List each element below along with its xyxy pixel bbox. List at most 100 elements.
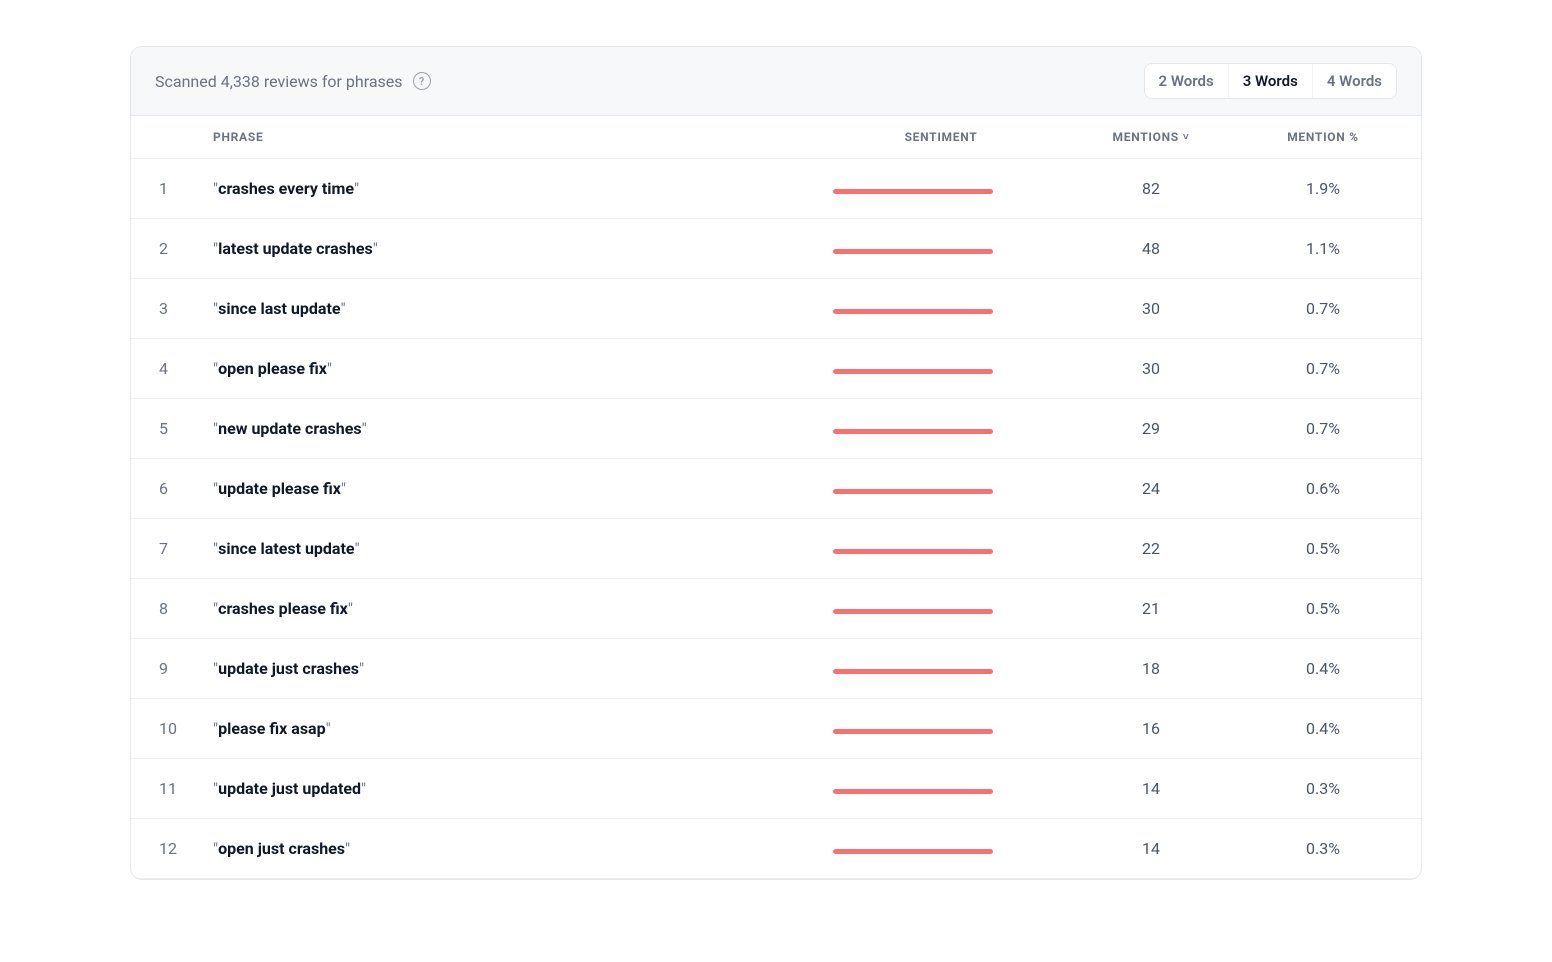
sentiment-bar [833, 249, 993, 254]
table-row[interactable]: 9"update just crashes"180.4% [131, 639, 1421, 699]
phrase-cell: "open just crashes" [201, 819, 821, 879]
sentiment-bar [833, 729, 993, 734]
phrase-text: update please fix [218, 479, 341, 498]
mentions-value: 14 [1061, 819, 1241, 879]
quote-close: " [341, 479, 346, 498]
sentiment-cell [821, 459, 1061, 519]
sentiment-bar [833, 309, 993, 314]
phrase-cell: "crashes every time" [201, 159, 821, 219]
phrase-cell: "crashes please fix" [201, 579, 821, 639]
phrase-text: crashes please fix [218, 599, 348, 618]
row-index: 10 [131, 699, 201, 759]
mention-pct-value: 1.9% [1241, 159, 1421, 219]
col-header-phrase[interactable]: PHRASE [201, 116, 821, 159]
sentiment-cell [821, 279, 1061, 339]
table-row[interactable]: 11"update just updated"140.3% [131, 759, 1421, 819]
mentions-value: 16 [1061, 699, 1241, 759]
phrase-text: update just crashes [218, 659, 359, 678]
col-header-index [131, 116, 201, 159]
row-index: 4 [131, 339, 201, 399]
phrase-text: crashes every time [218, 179, 354, 198]
phrase-cell: "update please fix" [201, 459, 821, 519]
mentions-value: 48 [1061, 219, 1241, 279]
col-header-mentions[interactable]: MENTIONS ˅ [1061, 116, 1241, 159]
sentiment-bar [833, 489, 993, 494]
mentions-value: 21 [1061, 579, 1241, 639]
sentiment-bar [833, 189, 993, 194]
quote-close: " [355, 539, 360, 558]
sentiment-cell [821, 219, 1061, 279]
mention-pct-value: 0.5% [1241, 519, 1421, 579]
table-row[interactable]: 1"crashes every time"821.9% [131, 159, 1421, 219]
row-index: 9 [131, 639, 201, 699]
tab-3-words[interactable]: 3 Words [1228, 64, 1312, 98]
sentiment-cell [821, 339, 1061, 399]
mentions-value: 30 [1061, 339, 1241, 399]
table-row[interactable]: 6"update please fix" 240.6% [131, 459, 1421, 519]
col-header-sentiment[interactable]: SENTIMENT [821, 116, 1061, 159]
phrase-cell: "since last update" [201, 279, 821, 339]
phrase-cell: "update just updated" [201, 759, 821, 819]
sentiment-cell [821, 759, 1061, 819]
mention-pct-value: 0.4% [1241, 639, 1421, 699]
mentions-value: 24 [1061, 459, 1241, 519]
sentiment-bar [833, 849, 993, 854]
mentions-value: 22 [1061, 519, 1241, 579]
mention-pct-value: 0.4% [1241, 699, 1421, 759]
phrases-table: PHRASE SENTIMENT MENTIONS˅ MENTION % 1"c… [131, 116, 1421, 879]
phrase-text: open please fix [218, 359, 327, 378]
mentions-value: 14 [1061, 759, 1241, 819]
quote-close: " [361, 779, 366, 798]
sentiment-cell [821, 819, 1061, 879]
sentiment-bar [833, 549, 993, 554]
row-index: 12 [131, 819, 201, 879]
phrase-text: open just crashes [218, 839, 345, 858]
table-row[interactable]: 8"crashes please fix"210.5% [131, 579, 1421, 639]
row-index: 6 [131, 459, 201, 519]
col-header-mentions-label: MENTIONS [1113, 130, 1179, 144]
quote-close: " [359, 659, 364, 678]
quote-close: " [362, 419, 367, 438]
phrases-card: Scanned 4,338 reviews for phrases ? 2 Wo… [130, 46, 1422, 880]
sentiment-bar [833, 669, 993, 674]
phrase-text: since latest update [218, 539, 354, 558]
chevron-down-icon: ˅ [1183, 132, 1190, 143]
mention-pct-value: 0.6% [1241, 459, 1421, 519]
sentiment-cell [821, 159, 1061, 219]
row-index: 2 [131, 219, 201, 279]
table-row[interactable]: 10"please fix asap"160.4% [131, 699, 1421, 759]
phrase-cell: "since latest update" [201, 519, 821, 579]
table-row[interactable]: 7"since latest update"220.5% [131, 519, 1421, 579]
quote-close: " [345, 839, 350, 858]
row-index: 1 [131, 159, 201, 219]
phrase-text: please fix asap [218, 719, 326, 738]
quote-close: " [327, 359, 332, 378]
table-row[interactable]: 12"open just crashes"140.3% [131, 819, 1421, 879]
sentiment-cell [821, 399, 1061, 459]
mention-pct-value: 0.7% [1241, 339, 1421, 399]
sentiment-cell [821, 579, 1061, 639]
table-row[interactable]: 4"open please fix"300.7% [131, 339, 1421, 399]
sentiment-cell [821, 699, 1061, 759]
phrase-text: update just updated [218, 779, 361, 798]
mention-pct-value: 0.7% [1241, 279, 1421, 339]
table-row[interactable]: 2"latest update crashes"481.1% [131, 219, 1421, 279]
tab-2-words[interactable]: 2 Words [1145, 64, 1228, 98]
row-index: 3 [131, 279, 201, 339]
tab-4-words[interactable]: 4 Words [1312, 64, 1396, 98]
table-row[interactable]: 5"new update crashes"290.7% [131, 399, 1421, 459]
mentions-value: 18 [1061, 639, 1241, 699]
sentiment-bar [833, 789, 993, 794]
phrase-cell: "new update crashes" [201, 399, 821, 459]
phrase-text: new update crashes [218, 419, 361, 438]
col-header-mention-pct[interactable]: MENTION % [1241, 116, 1421, 159]
sentiment-bar [833, 429, 993, 434]
quote-close: " [326, 719, 331, 738]
sentiment-bar [833, 369, 993, 374]
row-index: 5 [131, 399, 201, 459]
mention-pct-value: 0.7% [1241, 399, 1421, 459]
word-count-tabs: 2 Words3 Words4 Words [1144, 63, 1397, 99]
mention-pct-value: 1.1% [1241, 219, 1421, 279]
help-icon[interactable]: ? [413, 72, 431, 90]
table-row[interactable]: 3"since last update"300.7% [131, 279, 1421, 339]
